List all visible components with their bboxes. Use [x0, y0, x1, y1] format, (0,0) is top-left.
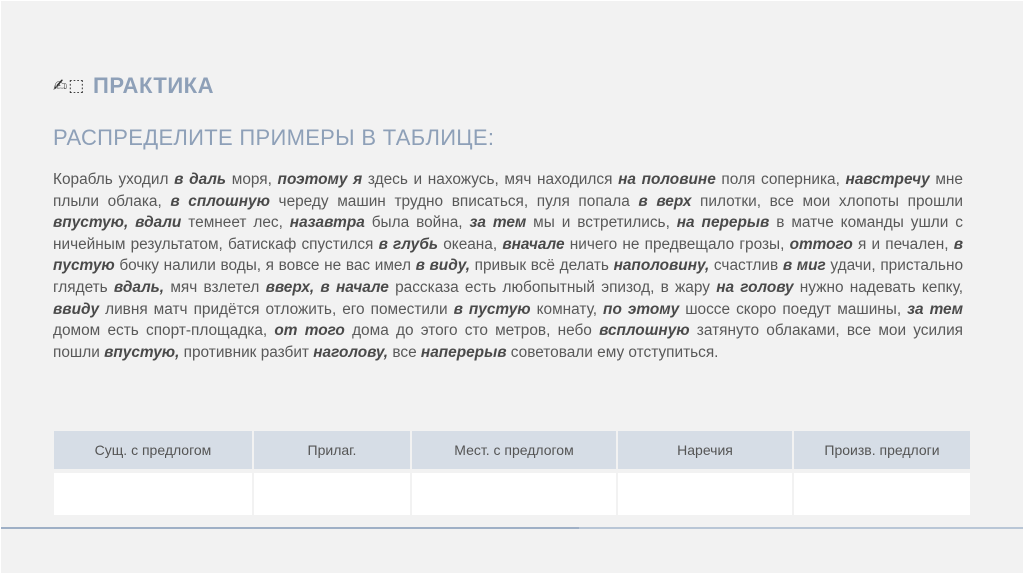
text-fragment: океана,: [438, 235, 503, 253]
highlighted-word: вверх, в начале: [265, 278, 389, 296]
text-fragment: домом есть спорт-площадка,: [53, 322, 275, 340]
text-fragment: счастлив: [709, 257, 783, 275]
header-cell-adjectives: Прилаг.: [254, 431, 410, 469]
highlighted-word: за тем: [907, 300, 963, 318]
highlighted-word: ввиду: [53, 300, 100, 318]
table-row: [54, 473, 970, 515]
highlighted-word: на перерыв: [676, 214, 770, 232]
highlighted-word: на половине: [618, 171, 716, 188]
highlighted-word: впустую,: [104, 343, 180, 361]
highlighted-word: в миг: [782, 257, 826, 275]
text-fragment: моря,: [226, 171, 278, 188]
bottom-divider: [1, 527, 1023, 529]
text-fragment: я и печален,: [852, 235, 954, 253]
text-fragment: череду машин трудно вписаться, пуля попа…: [269, 192, 639, 210]
highlighted-word: оттого: [789, 235, 853, 253]
highlighted-word: всплошную: [599, 322, 690, 340]
highlighted-word: вдаль,: [113, 278, 165, 296]
text-fragment: темнеет лес,: [181, 214, 290, 232]
highlighted-word: поэтому я: [277, 171, 363, 188]
text-fragment: мы и встретились,: [526, 214, 677, 232]
text-fragment: привык всё делать: [469, 257, 614, 275]
highlighted-word: вначале: [502, 235, 565, 253]
header-cell-adverbs: Наречия: [618, 431, 792, 469]
text-fragment: рассказа есть любопытный эпизод, в жару: [388, 278, 717, 296]
highlighted-word: наперерыв: [420, 343, 507, 361]
exercise-text: Корабль уходил в даль моря, поэтому я зд…: [53, 169, 963, 363]
highlighted-word: в пустую: [453, 300, 531, 318]
table-header-row: Сущ. с предлогом Прилаг. Мест. с предлог…: [54, 431, 970, 469]
highlighted-word: в глубь: [378, 235, 439, 253]
table-cell[interactable]: [54, 473, 252, 515]
text-fragment: здесь и нахожусь, мяч находился: [362, 171, 619, 188]
highlighted-word: в сплошную: [170, 192, 270, 210]
writing-hand-icon: ✍⬚: [53, 76, 86, 95]
highlighted-word: наполовину,: [613, 257, 710, 275]
text-fragment: мяч взлетел: [164, 278, 266, 296]
highlighted-word: впустую, вдали: [53, 214, 182, 232]
table-cell[interactable]: [412, 473, 616, 515]
slide: ✍⬚ ПРАКТИКА РАСПРЕДЕЛИТЕ ПРИМЕРЫ В ТАБЛИ…: [1, 1, 1023, 573]
highlighted-word: в верх: [638, 192, 692, 210]
highlighted-word: наголову,: [313, 343, 389, 361]
highlighted-word: за тем: [469, 214, 527, 232]
table-cell[interactable]: [618, 473, 792, 515]
highlighted-word: по этому: [603, 300, 680, 318]
text-fragment: ливня матч придётся отложить, его помест…: [99, 300, 454, 318]
text-fragment: была война,: [364, 214, 470, 232]
answer-table: Сущ. с предлогом Прилаг. Мест. с предлог…: [52, 431, 972, 515]
section-title: ПРАКТИКА: [93, 73, 214, 98]
text-fragment: нужно надевать кепку,: [793, 278, 964, 296]
highlighted-word: от того: [274, 322, 345, 340]
text-fragment: комнату,: [530, 300, 604, 318]
table-cell[interactable]: [794, 473, 970, 515]
text-fragment: противник разбит: [179, 343, 314, 361]
highlighted-word: на голову: [716, 278, 794, 296]
highlighted-word: в даль: [174, 171, 227, 188]
text-fragment: бочку налили воды, я вовсе не вас имел: [114, 257, 416, 275]
text-fragment: пилотки, все мои хлопоты прошли: [691, 192, 964, 210]
section-header: ✍⬚ ПРАКТИКА: [53, 73, 214, 99]
text-fragment: Корабль уходил: [53, 171, 175, 188]
header-cell-nouns: Сущ. с предлогом: [54, 431, 252, 469]
header-cell-pronouns: Мест. с предлогом: [412, 431, 616, 469]
highlighted-word: назавтра: [289, 214, 365, 232]
table-cell[interactable]: [254, 473, 410, 515]
task-subtitle: РАСПРЕДЕЛИТЕ ПРИМЕРЫ В ТАБЛИЦЕ:: [53, 125, 495, 150]
highlighted-word: навстречу: [845, 171, 930, 188]
text-fragment: шоссе скоро поедут машины,: [679, 300, 908, 318]
text-fragment: дома до этого сто метров, небо: [344, 322, 600, 340]
header-cell-prepositions: Произв. предлоги: [794, 431, 970, 469]
highlighted-word: в виду,: [415, 257, 470, 275]
text-fragment: ничего не предвещало грозы,: [564, 235, 790, 253]
text-fragment: поля соперника,: [715, 171, 846, 188]
text-fragment: советовали ему отступиться.: [506, 343, 719, 361]
text-fragment: все: [388, 343, 421, 361]
